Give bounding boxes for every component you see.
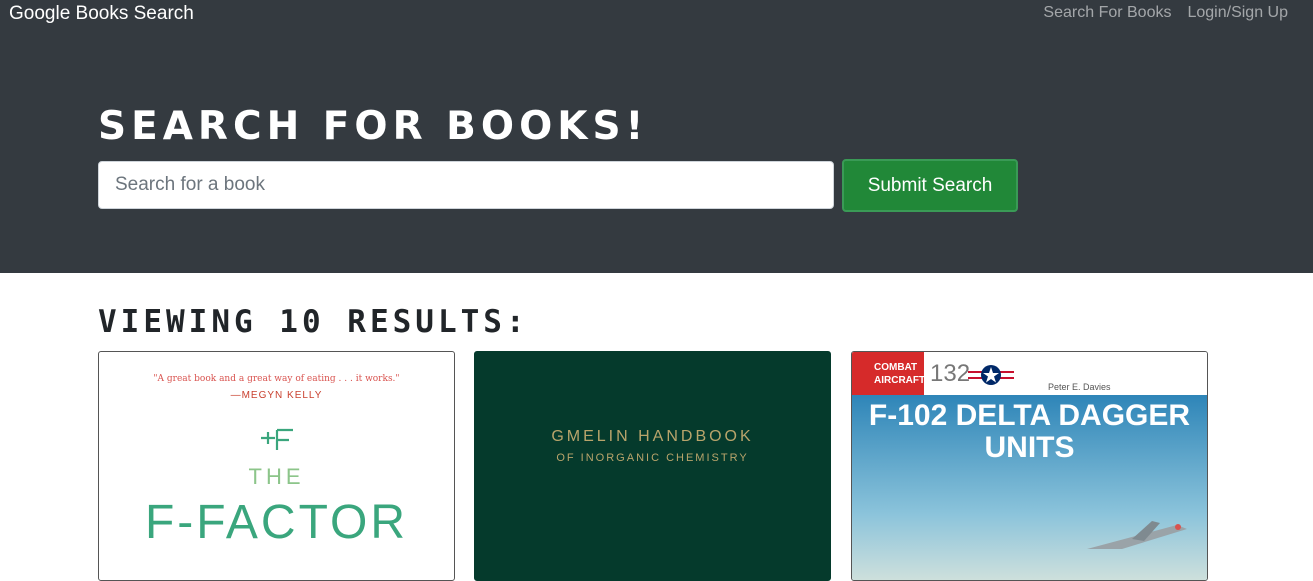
hero-section: SEARCH FOR BOOKS! Submit Search	[0, 40, 1313, 273]
book-cover-logo-icon	[261, 428, 293, 450]
nav-link-search-books[interactable]: Search For Books	[1043, 4, 1171, 22]
book-cover-title-large: F-FACTOR	[144, 496, 409, 549]
book-cover-title-small: THE	[248, 464, 305, 489]
results-heading: VIEWING 10 RESULTS:	[98, 304, 529, 340]
jet-aircraft-icon	[1087, 521, 1187, 549]
book-cover-title: GMELIN HANDBOOK	[551, 428, 754, 445]
page-title: SEARCH FOR BOOKS!	[98, 104, 649, 149]
book-cover-series-number: 132	[930, 360, 971, 387]
navbar: Google Books Search Search For Books Log…	[0, 0, 1313, 40]
submit-search-button[interactable]: Submit Search	[842, 159, 1018, 212]
brand-link[interactable]: Google Books Search	[9, 2, 194, 26]
book-cover-subtitle: OF INORGANIC CHEMISTRY	[556, 452, 749, 464]
roundel-star-icon	[968, 365, 1014, 385]
book-cover-series: COMBAT AIRCRAFT	[852, 352, 925, 395]
book-cover-quote: "A great book and a great way of eating …	[153, 374, 400, 384]
book-card[interactable]: "A great book and a great way of eating …	[98, 351, 455, 581]
nav-links: Search For Books Login/Sign Up	[1043, 4, 1288, 22]
book-cover-quote-author: —MEGYN KELLY	[230, 390, 323, 401]
book-card[interactable]: COMBAT AIRCRAFT 132 Peter E. Davies F-10…	[851, 351, 1208, 581]
book-cover-title: F-102 DELTA DAGGER UNITS	[868, 399, 1191, 464]
book-cover-author: Peter E. Davies	[1048, 382, 1111, 392]
nav-link-login-signup[interactable]: Login/Sign Up	[1187, 4, 1288, 22]
search-input[interactable]	[98, 161, 834, 209]
book-card[interactable]: GMELIN HANDBOOK OF INORGANIC CHEMISTRY	[474, 351, 831, 581]
